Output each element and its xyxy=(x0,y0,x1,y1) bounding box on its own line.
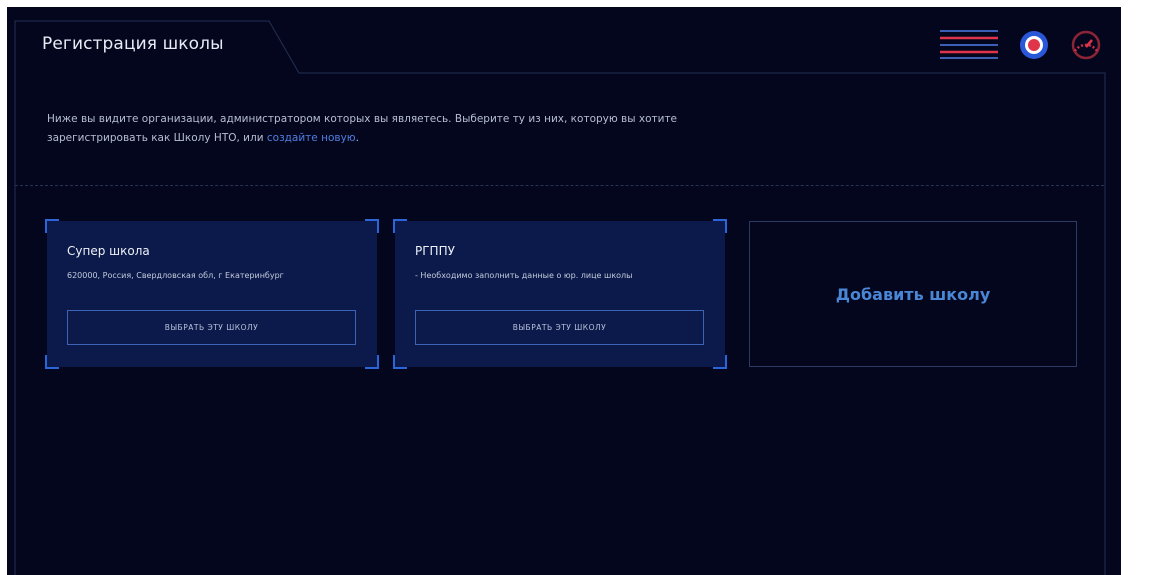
corner-bracket xyxy=(393,355,407,369)
corner-bracket xyxy=(365,219,379,233)
school-name: Супер школа xyxy=(67,244,150,258)
corner-bracket xyxy=(45,219,59,233)
target-icon[interactable] xyxy=(1018,29,1050,61)
intro-body: Ниже вы видите организации, администрато… xyxy=(47,113,678,144)
corner-bracket xyxy=(713,355,727,369)
screen: Регистрация школы Ниже вы видите организ xyxy=(0,0,1160,575)
corner-bracket xyxy=(393,219,407,233)
corner-bracket xyxy=(713,219,727,233)
gauge-icon[interactable] xyxy=(1070,29,1102,61)
create-new-link[interactable]: создайте новую xyxy=(267,132,356,144)
add-school-button[interactable]: Добавить школу xyxy=(749,221,1077,367)
intro-suffix: . xyxy=(355,132,359,144)
school-address: 620000, Россия, Свердловская обл, г Екат… xyxy=(67,271,284,280)
page-title: Регистрация школы xyxy=(42,34,224,54)
corner-bracket xyxy=(365,355,379,369)
page-margin xyxy=(1121,7,1160,575)
school-warning: - Необходимо заполнить данные о юр. лице… xyxy=(415,271,633,280)
corner-bracket xyxy=(45,355,59,369)
section-divider xyxy=(15,185,1104,186)
select-school-button[interactable]: ВЫБРАТЬ ЭТУ ШКОЛУ xyxy=(415,310,704,345)
app-window: Регистрация школы Ниже вы видите организ xyxy=(7,7,1128,575)
school-card: Супер школа 620000, Россия, Свердловская… xyxy=(45,219,379,369)
add-school-label: Добавить школу xyxy=(835,284,991,304)
menu-icon[interactable] xyxy=(932,27,1000,63)
school-name: РГППУ xyxy=(415,244,455,258)
select-school-button[interactable]: ВЫБРАТЬ ЭТУ ШКОЛУ xyxy=(67,310,356,345)
intro-text: Ниже вы видите организации, администрато… xyxy=(47,110,727,148)
school-card: РГППУ - Необходимо заполнить данные о юр… xyxy=(393,219,727,369)
